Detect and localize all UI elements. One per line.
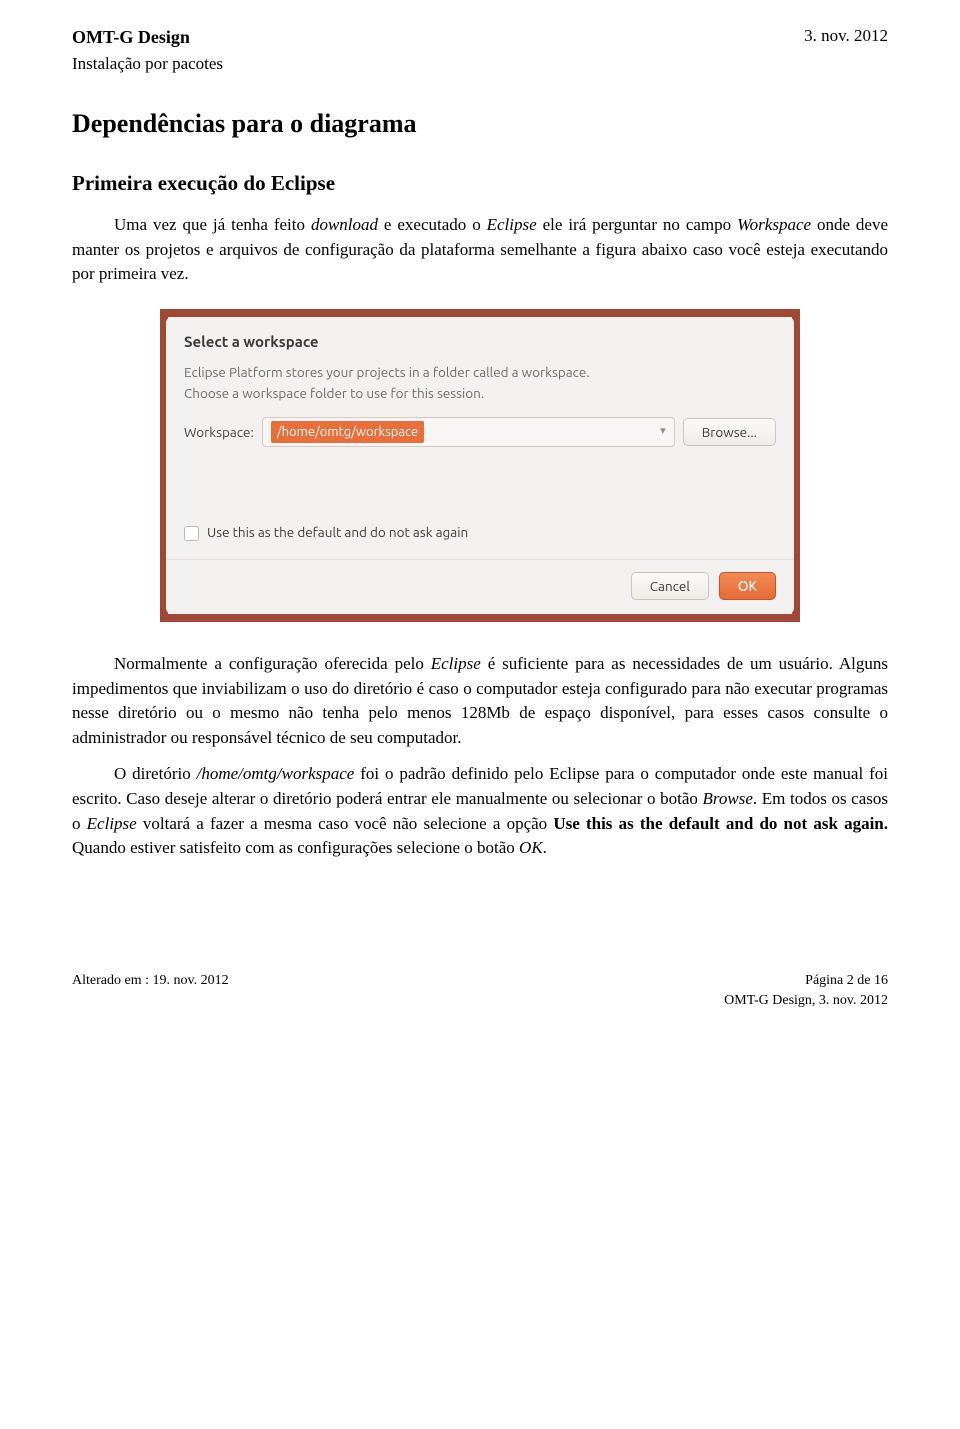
text: Normalmente a configuração oferecida pel… <box>114 654 431 673</box>
paragraph-1: Uma vez que já tenha feito download e ex… <box>72 213 888 287</box>
default-checkbox[interactable] <box>184 526 199 541</box>
text-italic: download <box>311 215 378 234</box>
ok-button[interactable]: OK <box>719 572 776 600</box>
footer-doc-info: OMT-G Design, 3. nov. 2012 <box>724 991 888 1011</box>
page-footer: Alterado em : 19. nov. 2012 Página 2 de … <box>72 971 888 1012</box>
dialog-title: Select a workspace <box>184 331 776 353</box>
doc-header-subtitle: Instalação por pacotes <box>72 52 888 77</box>
text: O diretório <box>114 764 197 783</box>
footer-left: Alterado em : 19. nov. 2012 <box>72 971 229 1012</box>
text: Uma vez que já tenha feito <box>114 215 311 234</box>
dialog-description-line-1: Eclipse Platform stores your projects in… <box>184 363 776 382</box>
figure-border: Select a workspace Eclipse Platform stor… <box>160 309 800 622</box>
workspace-selected-path: /home/omtg/workspace <box>271 421 424 443</box>
text-bold: Use this as the default and do not ask a… <box>553 814 888 833</box>
doc-header-title: OMT-G Design <box>72 24 190 50</box>
text-italic: Workspace <box>737 215 811 234</box>
text-italic: OK <box>519 838 543 857</box>
text-italic: /home/omtg/workspace <box>197 764 355 783</box>
text-italic: Browse <box>703 789 753 808</box>
text: ele irá perguntar no campo <box>537 215 737 234</box>
paragraph-2: Normalmente a configuração oferecida pel… <box>72 652 888 751</box>
figure-workspace-dialog: Select a workspace Eclipse Platform stor… <box>72 309 888 622</box>
doc-header-date: 3. nov. 2012 <box>804 24 888 50</box>
default-checkbox-label: Use this as the default and do not ask a… <box>207 523 468 543</box>
text: voltará a fazer a mesma caso você não se… <box>137 814 554 833</box>
workspace-label: Workspace: <box>184 423 254 443</box>
workspace-combobox[interactable]: /home/omtg/workspace ▾ <box>262 417 675 447</box>
text: e executado o <box>378 215 487 234</box>
text-italic: Eclipse <box>431 654 481 673</box>
paragraph-3: O diretório /home/omtg/workspace foi o p… <box>72 762 888 861</box>
dialog-description-line-2: Choose a workspace folder to use for thi… <box>184 384 776 403</box>
text: Quando estiver satisfeito com as configu… <box>72 838 519 857</box>
cancel-button[interactable]: Cancel <box>631 572 709 600</box>
text-italic: Eclipse <box>487 215 537 234</box>
browse-button[interactable]: Browse... <box>683 418 776 446</box>
footer-page-info: Página 2 de 16 <box>724 971 888 991</box>
heading-2: Primeira execução do Eclipse <box>72 168 888 198</box>
text-italic: Eclipse <box>87 814 137 833</box>
heading-1: Dependências para o diagrama <box>72 105 888 143</box>
chevron-down-icon: ▾ <box>660 424 666 440</box>
text: . <box>543 838 547 857</box>
workspace-dialog: Select a workspace Eclipse Platform stor… <box>166 317 794 614</box>
